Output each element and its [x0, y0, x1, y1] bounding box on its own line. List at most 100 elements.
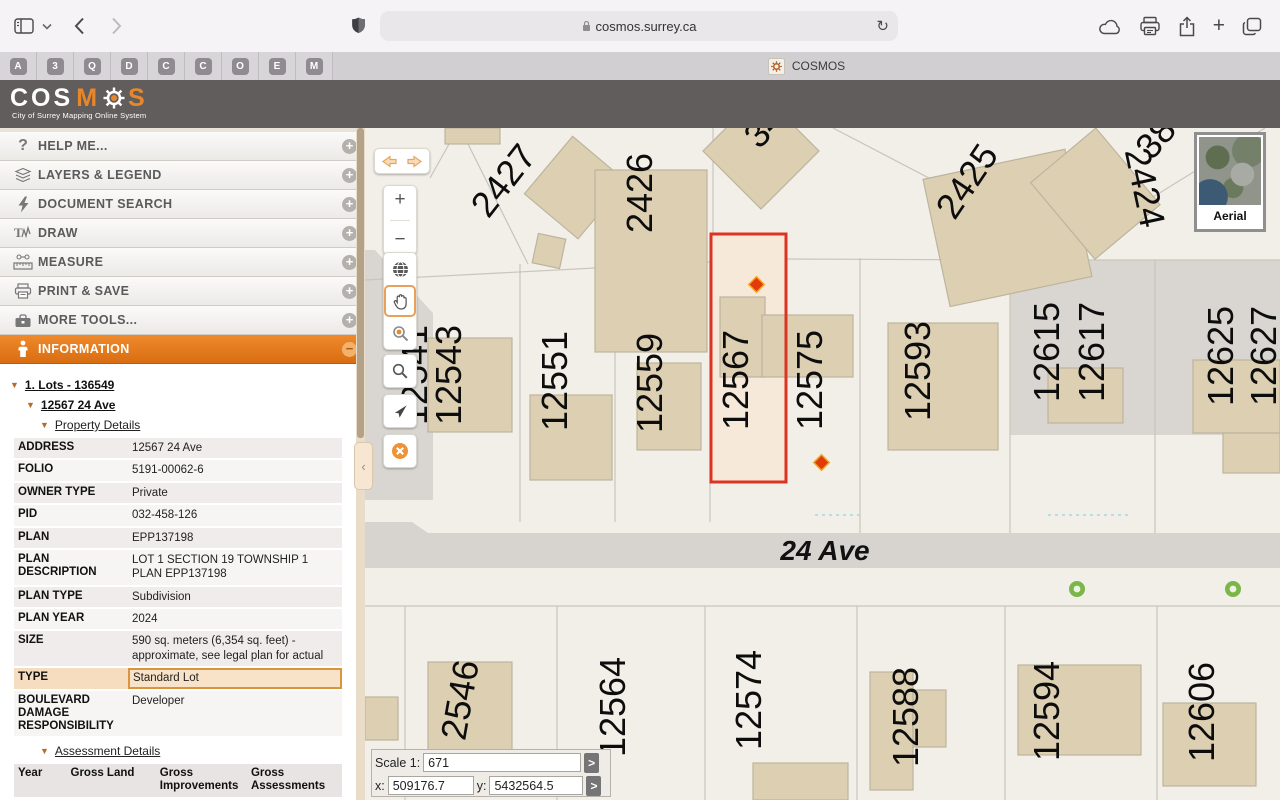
- pinned-tab[interactable]: 3: [37, 52, 74, 80]
- collapse-triangle-icon[interactable]: ▼: [40, 420, 49, 430]
- zoom-in-button[interactable]: +: [394, 189, 405, 211]
- scrollbar-thumb[interactable]: [357, 128, 364, 438]
- lot-label: 12564: [592, 657, 633, 757]
- scale-input[interactable]: [423, 753, 581, 772]
- scale-label: Scale 1:: [375, 756, 420, 770]
- history-back-icon[interactable]: [381, 155, 398, 168]
- address-link-text[interactable]: 12567 24 Ave: [41, 398, 116, 412]
- cosmos-favicon-icon: [768, 58, 785, 75]
- expand-plus-icon[interactable]: +: [342, 168, 357, 183]
- y-label: y:: [477, 779, 487, 793]
- collapse-triangle-icon[interactable]: ▼: [10, 380, 19, 390]
- x-coordinate-input[interactable]: [388, 776, 474, 795]
- cloud-icon[interactable]: [1098, 18, 1122, 35]
- scale-coordinate-panel: Scale 1: > x: y: >: [371, 749, 611, 797]
- expand-plus-icon[interactable]: +: [342, 313, 357, 328]
- sidebar-item-draw[interactable]: T DRAW +: [0, 219, 365, 248]
- table-row: PLAN DESCRIPTIONLOT 1 SECTION 19 TOWNSHI…: [14, 550, 342, 587]
- assessment-details-section[interactable]: ▼ Assessment Details: [40, 744, 365, 758]
- overview-globe-button[interactable]: [384, 253, 416, 285]
- zoom-out-button[interactable]: −: [394, 229, 405, 251]
- aerial-label: Aerial: [1199, 205, 1261, 223]
- lot-label: 12617: [1071, 302, 1112, 402]
- reload-icon[interactable]: ↻: [876, 17, 889, 35]
- pinned-tab[interactable]: E: [259, 52, 296, 80]
- expand-plus-icon[interactable]: +: [342, 284, 357, 299]
- hand-icon: [393, 293, 408, 310]
- person-info-icon: [8, 340, 38, 358]
- map-canvas[interactable]: 2427 2426 2425 2424 34 38 12541 12543 12…: [365, 128, 1280, 800]
- sidebar-collapse-handle[interactable]: ‹: [354, 442, 373, 490]
- sidebar-item-help-me[interactable]: ? HELP ME... +: [0, 132, 365, 161]
- aerial-thumbnail: [1199, 137, 1261, 205]
- printer-icon: [8, 283, 38, 299]
- expand-plus-icon[interactable]: +: [342, 255, 357, 270]
- zoom-selection-button[interactable]: [384, 317, 416, 349]
- sidebar-toggle-icon[interactable]: [14, 18, 34, 34]
- sidebar-item-layers-legend[interactable]: LAYERS & LEGEND +: [0, 161, 365, 190]
- new-tab-button[interactable]: +: [1213, 14, 1225, 38]
- map-history-control: [374, 148, 430, 174]
- address-result-link[interactable]: ▼ 12567 24 Ave: [26, 398, 365, 412]
- sidebar-item-document-search[interactable]: DOCUMENT SEARCH +: [0, 190, 365, 219]
- pinned-tab[interactable]: M: [296, 52, 333, 80]
- collapse-triangle-icon[interactable]: ▼: [40, 746, 49, 756]
- lot-label: 12543: [428, 325, 469, 425]
- pinned-tab[interactable]: A: [0, 52, 37, 80]
- tab-overview-icon[interactable]: [1242, 17, 1262, 36]
- x-label: x:: [375, 779, 385, 793]
- expand-plus-icon[interactable]: +: [342, 139, 357, 154]
- property-details-section[interactable]: ▼ Property Details: [40, 418, 365, 432]
- back-button[interactable]: [74, 17, 85, 35]
- map-search-tool-button[interactable]: [383, 354, 417, 388]
- pinned-tab[interactable]: C: [185, 52, 222, 80]
- lock-icon: [582, 20, 591, 32]
- sidebar-item-more-tools[interactable]: MORE TOOLS... +: [0, 306, 365, 335]
- privacy-shield-icon[interactable]: [350, 16, 367, 36]
- pinned-tab[interactable]: Q: [74, 52, 111, 80]
- collapse-minus-icon[interactable]: −: [342, 342, 357, 357]
- lot-label: 12575: [789, 330, 830, 430]
- table-row: PLAN TYPESubdivision: [14, 587, 342, 609]
- print-icon[interactable]: [1139, 16, 1161, 36]
- sidebar-item-print-save[interactable]: PRINT & SAVE +: [0, 277, 365, 306]
- property-details-link[interactable]: Property Details: [55, 418, 140, 432]
- sidebar: ? HELP ME... + LAYERS & LEGEND + DOCUMEN…: [0, 128, 365, 800]
- history-forward-icon[interactable]: [406, 155, 423, 168]
- pinned-tab-letter: M: [306, 58, 323, 75]
- table-row-highlighted: TYPEStandard Lot: [14, 668, 342, 690]
- lot-label-partial: 12627: [1243, 306, 1280, 406]
- lot-label: 12567: [715, 330, 756, 430]
- zoom-control: + −: [383, 185, 417, 255]
- chevron-down-icon[interactable]: [42, 23, 52, 30]
- plan-link[interactable]: EPP137198: [128, 528, 342, 548]
- apply-coordinates-button[interactable]: >: [586, 776, 601, 796]
- basemap-switcher[interactable]: Aerial: [1194, 132, 1266, 232]
- lots-result-link[interactable]: ▼ 1. Lots - 136549: [10, 378, 365, 392]
- forward-button[interactable]: [111, 17, 122, 35]
- pan-tool-button[interactable]: [384, 285, 416, 317]
- clear-selection-button[interactable]: [383, 434, 417, 468]
- y-coordinate-input[interactable]: [489, 776, 583, 795]
- lots-link-text[interactable]: 1. Lots - 136549: [25, 378, 114, 392]
- assessment-details-link[interactable]: Assessment Details: [55, 744, 160, 758]
- table-row: ADDRESS12567 24 Ave: [14, 438, 342, 460]
- pinned-tab[interactable]: D: [111, 52, 148, 80]
- pinned-tab-letter: O: [232, 58, 249, 75]
- pinned-tab[interactable]: O: [222, 52, 259, 80]
- pinned-tab[interactable]: C: [148, 52, 185, 80]
- expand-plus-icon[interactable]: +: [342, 197, 357, 212]
- expand-plus-icon[interactable]: +: [342, 226, 357, 241]
- svg-text:T: T: [14, 225, 23, 240]
- apply-scale-button[interactable]: >: [584, 753, 599, 773]
- share-icon[interactable]: [1178, 16, 1196, 37]
- geolocate-button[interactable]: [383, 394, 417, 428]
- toolbox-icon: [8, 313, 38, 328]
- lot-label: 12606: [1181, 662, 1222, 762]
- collapse-triangle-icon[interactable]: ▼: [26, 400, 35, 410]
- active-tab[interactable]: COSMOS: [333, 52, 1280, 80]
- browser-url-bar[interactable]: cosmos.surrey.ca ↻: [380, 11, 898, 41]
- sidebar-item-measure[interactable]: MEASURE +: [0, 248, 365, 277]
- sidebar-item-information[interactable]: INFORMATION −: [0, 335, 365, 364]
- pinned-tab-letter: E: [269, 58, 286, 75]
